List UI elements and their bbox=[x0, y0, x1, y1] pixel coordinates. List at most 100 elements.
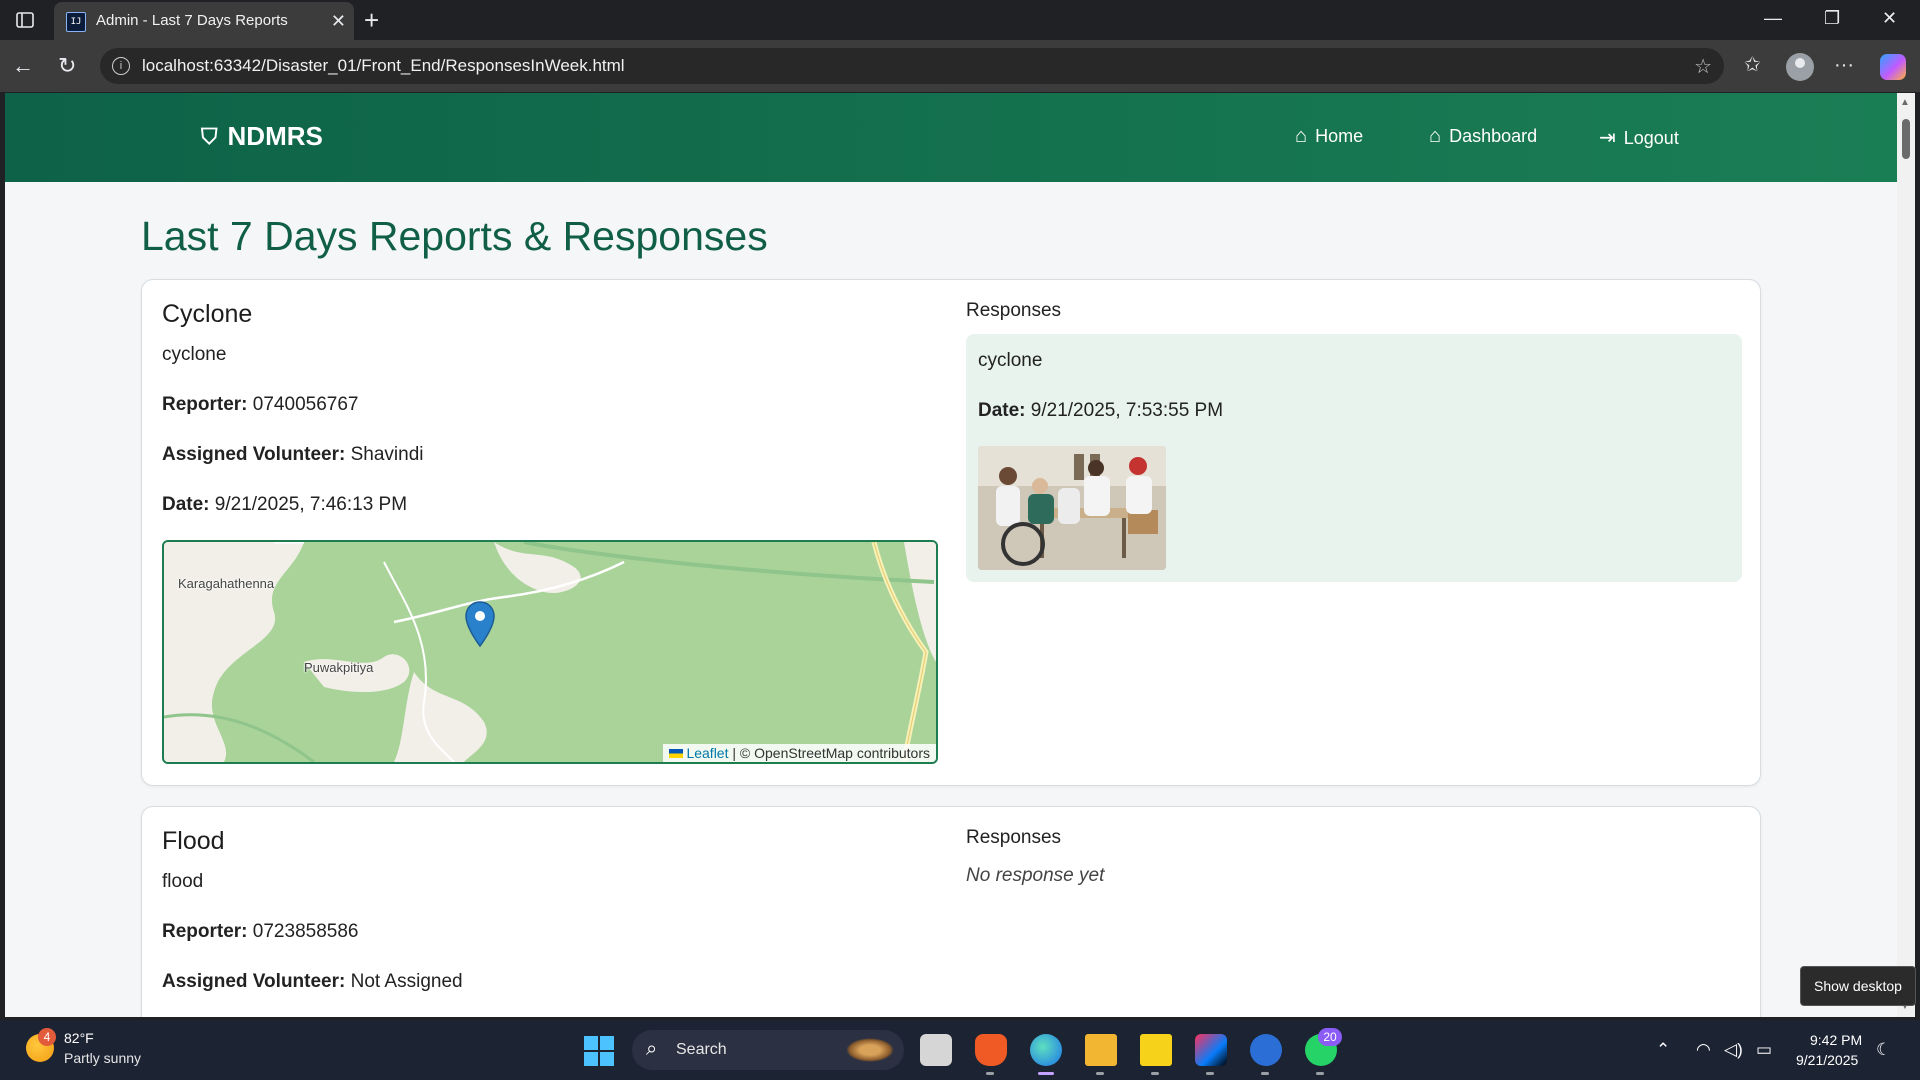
leaflet-link[interactable]: Leaflet bbox=[686, 745, 728, 761]
taskbar-search[interactable]: ⌕ Search bbox=[632, 1030, 904, 1070]
report-title: Flood bbox=[162, 827, 225, 855]
reporter-value: 0740056767 bbox=[252, 394, 359, 415]
back-button[interactable]: ← bbox=[12, 54, 34, 78]
report-reporter: Reporter: 0723858586 bbox=[162, 921, 358, 943]
intellij-icon[interactable] bbox=[1195, 1034, 1227, 1066]
close-window-button[interactable]: ✕ bbox=[1882, 8, 1897, 29]
map-attribution: Leaflet | © OpenStreetMap contributors bbox=[662, 744, 936, 762]
close-tab-icon[interactable]: ✕ bbox=[331, 11, 346, 31]
edge-icon[interactable] bbox=[1030, 1034, 1062, 1066]
map-place-label: Puwakpitiya bbox=[304, 660, 374, 675]
page-viewport: ⛉ NDMRS ⌂ Home ⌂ Dashboard ⇥ Logout Last 7 D… bbox=[5, 93, 1897, 1017]
home-icon: ⌂ bbox=[1295, 125, 1308, 147]
map-place-label: Karagahathenna bbox=[178, 576, 275, 591]
browser-tab-bar: IJ Admin - Last 7 Days Reports ✕ + — ❐ ✕ bbox=[0, 0, 1920, 40]
taskbar bbox=[0, 1020, 1920, 1080]
profile-avatar[interactable] bbox=[1786, 53, 1814, 81]
report-reporter: Reporter: 0740056767 bbox=[162, 394, 358, 416]
app-running-indicator bbox=[1151, 1072, 1159, 1075]
address-bar[interactable]: i localhost:63342/Disaster_01/Front_End/… bbox=[100, 48, 1724, 84]
responses-heading: Responses bbox=[966, 827, 1062, 848]
new-tab-button[interactable]: + bbox=[364, 6, 379, 34]
app-running-indicator bbox=[986, 1072, 994, 1075]
map-tiles bbox=[164, 542, 936, 762]
weather-description[interactable]: Partly sunny bbox=[64, 1050, 141, 1066]
nav-logout-label: Logout bbox=[1623, 128, 1679, 148]
nav-dashboard-label: Dashboard bbox=[1449, 126, 1538, 146]
nav-dashboard-link[interactable]: ⌂ Dashboard bbox=[1429, 125, 1537, 148]
report-map[interactable]: Karagahathenna Puwakpitiya Leaflet | © O… bbox=[162, 540, 938, 764]
more-options-icon[interactable]: ··· bbox=[1834, 52, 1854, 78]
report-date: Date: 9/21/2025, 7:46:13 PM bbox=[162, 494, 407, 516]
battery-icon[interactable]: ▭ bbox=[1756, 1040, 1772, 1060]
weather-temperature[interactable]: 82°F bbox=[64, 1030, 94, 1046]
search-placeholder: Search bbox=[676, 1041, 727, 1058]
brand-logo[interactable]: ⛉ NDMRS bbox=[201, 121, 323, 152]
app-running-indicator bbox=[1206, 1072, 1214, 1075]
saturn-icon bbox=[846, 1038, 894, 1062]
file-explorer-icon[interactable] bbox=[1085, 1034, 1117, 1066]
reload-button[interactable]: ↻ bbox=[58, 54, 76, 78]
home-icon: ⌂ bbox=[1429, 125, 1442, 147]
volunteers-photo bbox=[978, 446, 1166, 570]
weather-badge: 4 bbox=[38, 1028, 56, 1046]
scroll-up-icon[interactable]: ▲ bbox=[1900, 97, 1910, 108]
minimize-button[interactable]: — bbox=[1764, 8, 1782, 29]
map-marker-icon[interactable] bbox=[464, 600, 496, 648]
wifi-icon[interactable]: ◠ bbox=[1696, 1040, 1711, 1060]
tab-title: Admin - Last 7 Days Reports bbox=[96, 12, 288, 29]
logout-icon: ⇥ bbox=[1599, 127, 1616, 149]
volunteer-value: Not Assigned bbox=[350, 971, 463, 992]
tab-favicon-icon: IJ bbox=[66, 12, 86, 32]
favorite-star-icon[interactable]: ☆ bbox=[1694, 54, 1712, 79]
start-button[interactable] bbox=[584, 1036, 614, 1066]
browser-tab[interactable]: IJ Admin - Last 7 Days Reports ✕ bbox=[54, 2, 354, 40]
date-label: Date: bbox=[978, 400, 1026, 421]
response-photo[interactable] bbox=[978, 446, 1166, 570]
osm-attribution: | © OpenStreetMap contributors bbox=[732, 745, 930, 761]
report-card: Flood flood Reporter: 0723858586 Assigne… bbox=[141, 806, 1761, 1017]
page-scrollbar[interactable]: ▲ ▼ bbox=[1897, 93, 1915, 1017]
clock-time[interactable]: 9:42 PM bbox=[1810, 1032, 1862, 1048]
report-description: flood bbox=[162, 871, 204, 892]
volunteer-value: Shavindi bbox=[350, 444, 424, 465]
restore-button[interactable]: ❐ bbox=[1824, 8, 1840, 29]
task-view-icon[interactable] bbox=[920, 1034, 952, 1066]
site-info-icon[interactable]: i bbox=[112, 57, 130, 75]
url-text[interactable]: localhost:63342/Disaster_01/Front_End/Re… bbox=[142, 56, 625, 76]
app-running-indicator bbox=[1316, 1072, 1324, 1075]
chevron-up-icon[interactable]: ⌃ bbox=[1656, 1040, 1670, 1060]
sidebar-toggle-icon[interactable] bbox=[14, 9, 36, 31]
favorites-icon[interactable]: ✩ bbox=[1744, 52, 1761, 78]
report-card: Cyclone cyclone Reporter: 0740056767 Ass… bbox=[141, 279, 1761, 786]
nav-logout-link[interactable]: ⇥ Logout bbox=[1599, 125, 1679, 150]
flag-icon bbox=[668, 749, 683, 758]
app-icon[interactable] bbox=[1250, 1034, 1282, 1066]
sticky-notes-icon[interactable] bbox=[1140, 1034, 1172, 1066]
report-volunteer: Assigned Volunteer: Not Assigned bbox=[162, 971, 463, 993]
app-active-indicator bbox=[1038, 1072, 1054, 1075]
volume-icon[interactable]: ◁) bbox=[1724, 1040, 1743, 1060]
show-desktop-tooltip: Show desktop bbox=[1800, 966, 1916, 1006]
copilot-icon[interactable] bbox=[1880, 54, 1906, 80]
app-running-indicator bbox=[1261, 1072, 1269, 1075]
site-navbar: ⛉ NDMRS ⌂ Home ⌂ Dashboard ⇥ Logout bbox=[5, 93, 1897, 182]
date-value: 9/21/2025, 7:53:55 PM bbox=[1030, 400, 1224, 421]
reporter-label: Reporter: bbox=[162, 921, 248, 942]
response-item: cyclone Date: 9/21/2025, 7:53:55 PM bbox=[966, 334, 1742, 582]
scroll-thumb[interactable] bbox=[1902, 119, 1910, 159]
clock-date[interactable]: 9/21/2025 bbox=[1796, 1052, 1858, 1068]
nav-home-label: Home bbox=[1315, 126, 1364, 146]
brave-icon[interactable] bbox=[975, 1034, 1007, 1066]
date-value: 9/21/2025, 7:46:13 PM bbox=[214, 494, 408, 515]
nav-home-link[interactable]: ⌂ Home bbox=[1295, 125, 1363, 148]
date-label: Date: bbox=[162, 494, 210, 515]
no-response-text: No response yet bbox=[966, 865, 1105, 886]
search-icon: ⌕ bbox=[646, 1038, 658, 1060]
notification-icon[interactable]: ☾ bbox=[1876, 1040, 1891, 1060]
response-text: cyclone bbox=[978, 350, 1043, 371]
browser-toolbar: ← ↻ i localhost:63342/Disaster_01/Front_… bbox=[0, 40, 1920, 92]
report-volunteer: Assigned Volunteer: Shavindi bbox=[162, 444, 424, 466]
response-date: Date: 9/21/2025, 7:53:55 PM bbox=[978, 400, 1223, 422]
report-description: cyclone bbox=[162, 344, 227, 365]
